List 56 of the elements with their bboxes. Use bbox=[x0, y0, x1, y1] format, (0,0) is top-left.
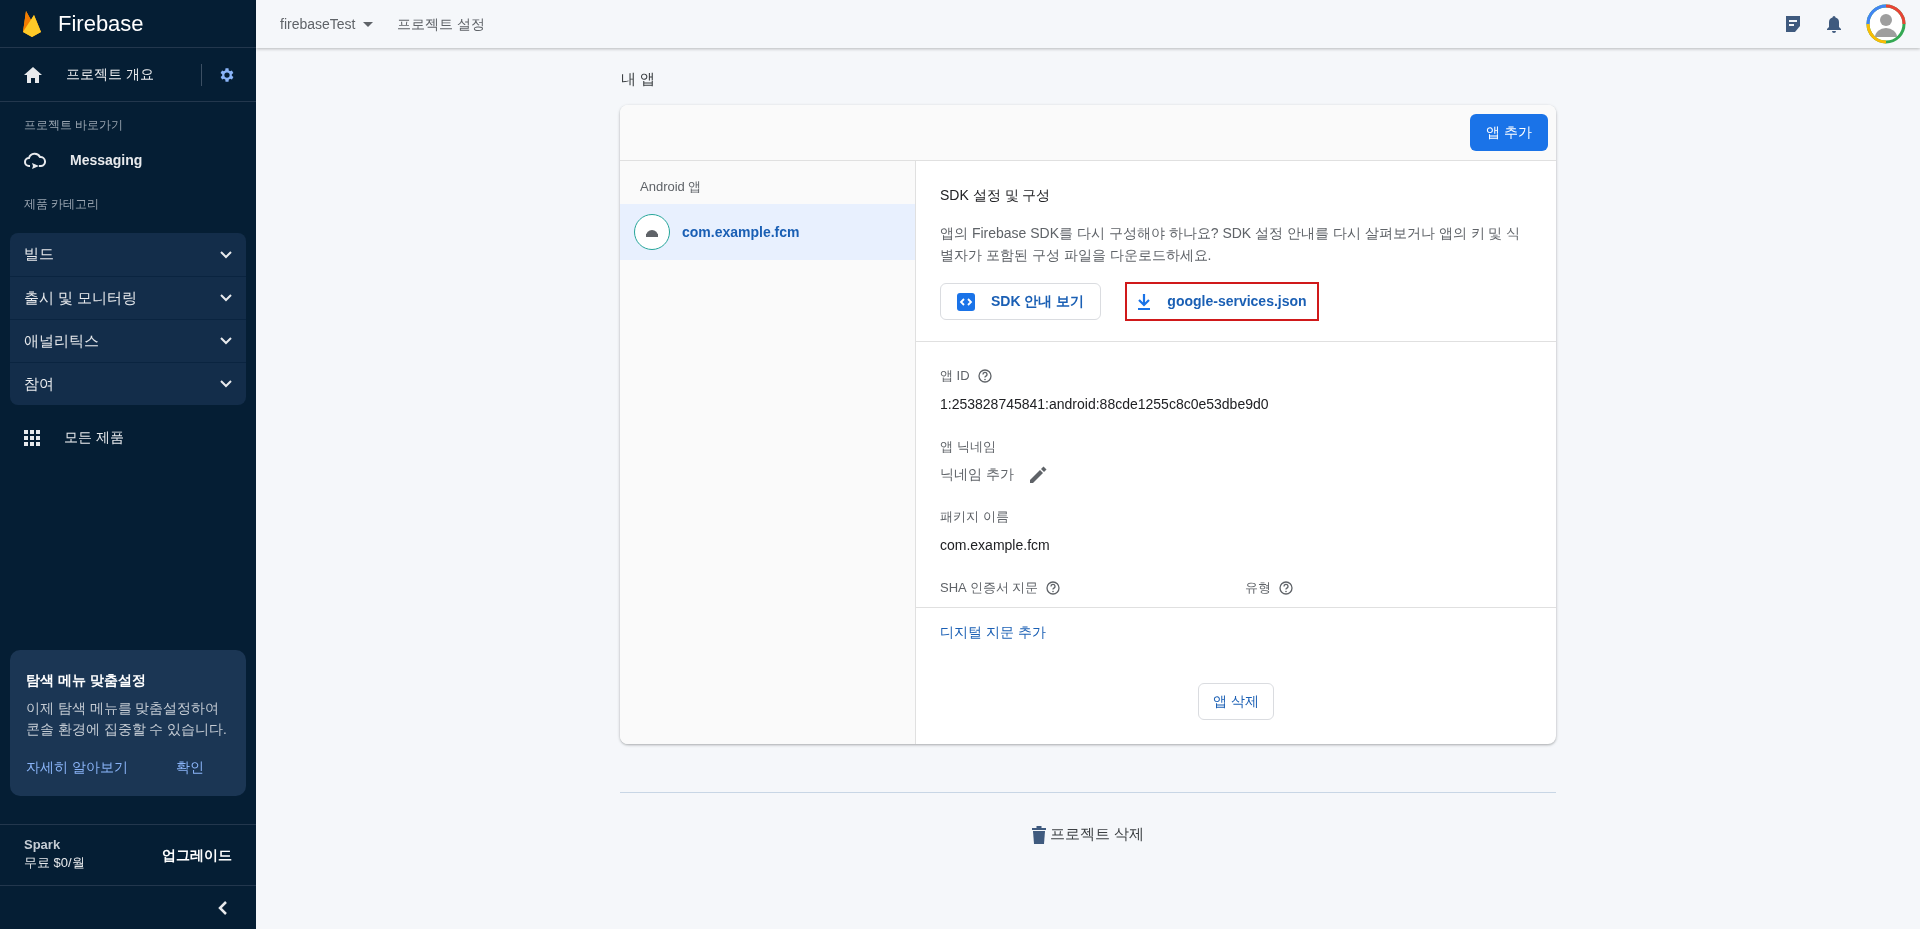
sdk-guide-button[interactable]: SDK 안내 보기 bbox=[940, 283, 1102, 321]
add-fingerprint-link[interactable]: 디지털 지문 추가 bbox=[940, 624, 1046, 641]
tip-text: 이제 탐색 메뉴를 맞춤설정하여 콘솔 환경에 집중할 수 있습니다. bbox=[26, 700, 228, 740]
field-value: 1:253828745841:android:88cde1255c8c0e53dbe9d0 bbox=[940, 394, 1269, 414]
category-item[interactable]: 빌드 bbox=[10, 233, 246, 276]
upgrade-link[interactable]: 업그레이드 bbox=[162, 844, 232, 866]
plan-price: 무료 $0/월 bbox=[24, 854, 85, 873]
field-value: com.example.fcm bbox=[940, 535, 1050, 555]
grid-icon bbox=[24, 429, 40, 446]
column-header: SHA 인증서 지문 bbox=[940, 578, 1039, 597]
tip-link[interactable]: 자세히 알아보기 bbox=[26, 757, 128, 778]
section-heading: 제품 카테고리 bbox=[23, 196, 101, 213]
category-item[interactable]: 참여 bbox=[10, 362, 246, 405]
delete-project-button[interactable]: 프로젝트 삭제 bbox=[1031, 823, 1145, 846]
field-label: 패키지 이름 bbox=[940, 508, 1009, 527]
settings-icon[interactable] bbox=[218, 65, 236, 84]
field-value: 닉네임 추가 bbox=[940, 465, 1014, 485]
feedback-icon[interactable] bbox=[1784, 15, 1802, 33]
field-label: 앱 ID bbox=[940, 367, 970, 386]
flame-logo-icon bbox=[22, 9, 42, 38]
caret-icon bbox=[363, 21, 374, 27]
delete-app-button[interactable]: 앱 삭제 bbox=[1198, 683, 1274, 721]
category-item[interactable]: 애널리틱스 bbox=[10, 319, 246, 362]
tip-link[interactable]: 확인 bbox=[175, 757, 204, 778]
code-icon bbox=[957, 292, 975, 311]
field-label: 앱 닉네임 bbox=[940, 437, 996, 456]
column-header: 유형 bbox=[1245, 578, 1271, 597]
nav-link[interactable]: 모든 제품 bbox=[64, 427, 124, 448]
cloud-send-icon bbox=[24, 151, 46, 170]
section-title: 내 앱 bbox=[620, 69, 657, 89]
help-icon[interactable] bbox=[1046, 580, 1061, 595]
android-icon bbox=[645, 227, 659, 237]
collapse-chevron-icon[interactable] bbox=[218, 900, 228, 915]
brand-name: Firebase bbox=[58, 10, 144, 38]
trash-icon[interactable] bbox=[1031, 825, 1046, 844]
sdk-description: 앱의 Firebase SDK를 다시 구성해야 하나요? SDK 설정 안내를 다시 살펴보거나 앱의 키 및 식별자가 포함된 구성 파일을 다운로드하세요. bbox=[940, 223, 1522, 265]
bell-icon[interactable] bbox=[1826, 14, 1842, 34]
add-app-button[interactable]: 앱 추가 bbox=[1470, 113, 1548, 151]
plan-name: Spark bbox=[24, 837, 62, 854]
app-list-item[interactable]: com.example.fcm bbox=[620, 204, 915, 260]
download-config-button[interactable]: google-services.json bbox=[1125, 282, 1319, 322]
tip-title: 탐색 메뉴 맞춤설정 bbox=[26, 671, 147, 691]
platform-heading: Android 앱 bbox=[639, 177, 703, 196]
section-heading: 프로젝트 바로가기 bbox=[23, 117, 125, 134]
sdk-title: SDK 설정 및 구성 bbox=[940, 185, 1052, 205]
help-icon[interactable] bbox=[1279, 580, 1293, 595]
project-selector[interactable]: firebaseTest bbox=[280, 13, 374, 35]
pencil-icon[interactable] bbox=[1029, 466, 1047, 484]
download-icon bbox=[1137, 293, 1152, 310]
category-item[interactable]: 출시 및 모니터링 bbox=[10, 276, 246, 319]
page-title: 프로젝트 설정 bbox=[397, 14, 486, 34]
nav-link[interactable]: Messaging bbox=[70, 150, 143, 171]
help-icon[interactable] bbox=[977, 369, 992, 384]
home-icon bbox=[24, 66, 42, 83]
nav-link-text[interactable]: 프로젝트 개요 bbox=[66, 64, 154, 85]
avatar-icon[interactable] bbox=[1866, 4, 1906, 44]
